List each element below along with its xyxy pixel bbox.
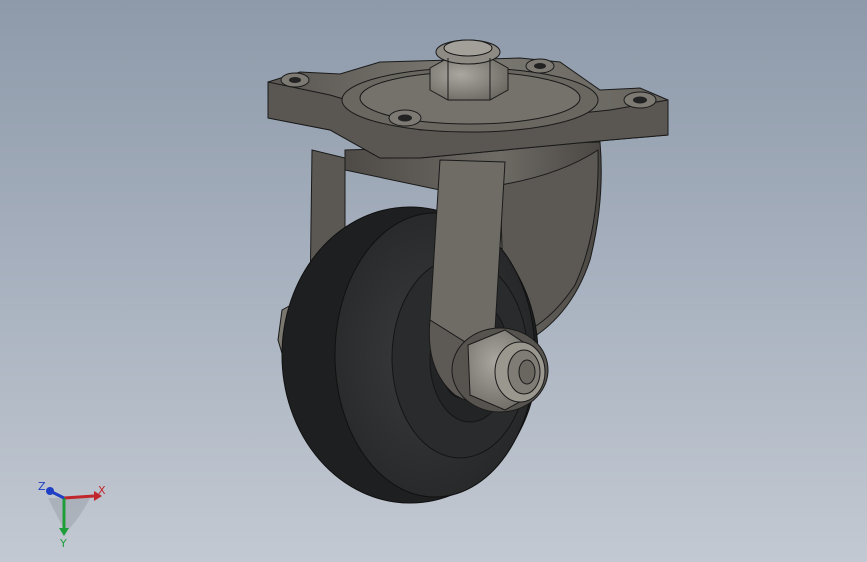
z-axis-line	[51, 490, 65, 500]
y-axis-arrow	[59, 528, 69, 536]
graphics-viewport[interactable]: X Y Z	[0, 0, 867, 562]
mounting-hole-2	[388, 109, 422, 127]
axle-nut[interactable]	[451, 327, 549, 413]
x-axis-line	[63, 494, 95, 500]
caster-model[interactable]	[0, 0, 867, 562]
x-axis-label: X	[98, 484, 106, 497]
mounting-hole-3	[525, 58, 555, 74]
orientation-triad[interactable]: X Y Z	[30, 470, 120, 550]
y-axis-label: Y	[59, 537, 67, 550]
mounting-hole-1	[280, 72, 310, 88]
z-axis-dot	[46, 487, 54, 495]
z-axis-label: Z	[38, 480, 46, 493]
triad-base-shape	[48, 498, 90, 532]
kingpin-nut[interactable]	[429, 39, 509, 101]
mounting-hole-4	[623, 91, 657, 109]
